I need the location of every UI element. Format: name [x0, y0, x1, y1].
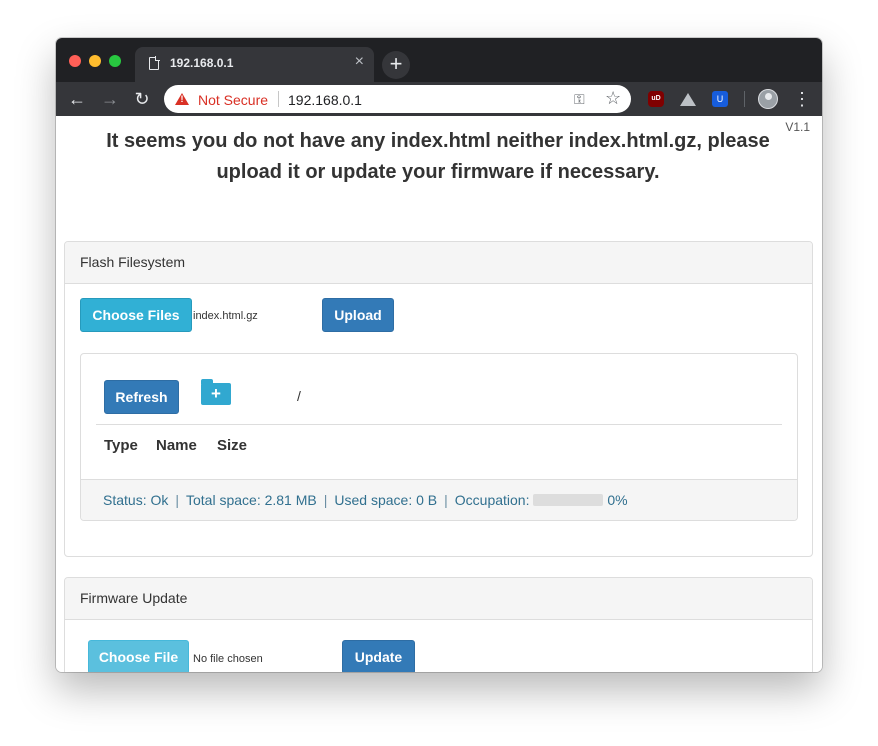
update-button[interactable]: Update [342, 640, 415, 672]
used-space: Used space: 0 B [334, 492, 438, 508]
page-headline: It seems you do not have any index.html … [106, 130, 770, 183]
selected-file-name: index.html.gz [193, 310, 258, 322]
flash-panel-heading: Flash Filesystem [65, 242, 812, 284]
toolbar-divider [744, 91, 745, 107]
divider [96, 424, 782, 425]
browser-toolbar: ← → ↻ ! Not Secure 192.168.0.1 ⚿ ☆ uD U … [56, 82, 822, 116]
file-browser: Refresh + / Type Name Size Status: Ok | To… [80, 353, 798, 521]
upload-button[interactable]: Upload [322, 298, 394, 332]
status-text: Status: Ok [103, 492, 169, 508]
profile-avatar-icon[interactable] [758, 89, 778, 109]
new-tab-button[interactable]: + [382, 51, 410, 79]
tab-title: 192.168.0.1 [170, 56, 234, 70]
bitwarden-extension-icon[interactable]: U [712, 91, 728, 107]
firmware-panel-heading: Firmware Update [65, 578, 812, 620]
occupation-label: Occupation: [454, 492, 530, 508]
security-indicator[interactable]: Not Secure [198, 92, 268, 108]
choose-file-button[interactable]: Choose File [88, 640, 189, 672]
address-bar[interactable]: ! Not Secure 192.168.0.1 ⚿ ☆ [164, 85, 631, 113]
total-space: Total space: 2.81 MB [186, 492, 317, 508]
url-text[interactable]: 192.168.0.1 [288, 92, 362, 108]
status-bar: Status: Ok | Total space: 2.81 MB | Used spa… [81, 479, 797, 520]
close-window-button[interactable] [69, 55, 81, 67]
maximize-window-button[interactable] [109, 55, 121, 67]
page-content: V1.1 It seems you do not have any index.… [56, 116, 822, 672]
column-header-size[interactable]: Size [217, 437, 247, 454]
tab-close-icon[interactable]: × [355, 53, 364, 71]
occupation-value: 0% [607, 492, 628, 508]
forward-arrow-icon[interactable]: → [98, 87, 122, 111]
document-icon [149, 56, 160, 70]
column-header-type[interactable]: Type [104, 437, 138, 454]
ublock-extension-icon[interactable]: uD [648, 91, 664, 107]
browser-tab[interactable]: 192.168.0.1 × [135, 47, 374, 82]
flash-filesystem-panel: Flash Filesystem Choose Files index.html… [64, 241, 813, 557]
choose-files-button[interactable]: Choose Files [80, 298, 192, 332]
current-path: / [297, 388, 301, 404]
back-arrow-icon[interactable]: ← [65, 87, 89, 111]
occupation-progress-bar [533, 494, 604, 507]
firmware-update-panel: Firmware Update Choose File No file chos… [64, 577, 813, 672]
reload-icon[interactable]: ↻ [130, 87, 154, 111]
refresh-button[interactable]: Refresh [104, 380, 179, 414]
browser-window: 192.168.0.1 × + ← → ↻ ! Not Secure 192.1… [56, 38, 822, 672]
no-file-chosen-text: No file chosen [193, 653, 263, 665]
key-icon[interactable]: ⚿ [574, 91, 585, 108]
column-header-name[interactable]: Name [156, 437, 197, 454]
tab-strip: 192.168.0.1 × + [56, 38, 822, 82]
new-folder-icon[interactable]: + [201, 379, 231, 405]
minimize-window-button[interactable] [89, 55, 101, 67]
drive-extension-icon[interactable] [680, 93, 696, 106]
menu-dots-icon[interactable]: ⋮ [793, 88, 811, 110]
omnibox-divider [278, 91, 279, 107]
bookmark-star-icon[interactable]: ☆ [605, 88, 621, 109]
